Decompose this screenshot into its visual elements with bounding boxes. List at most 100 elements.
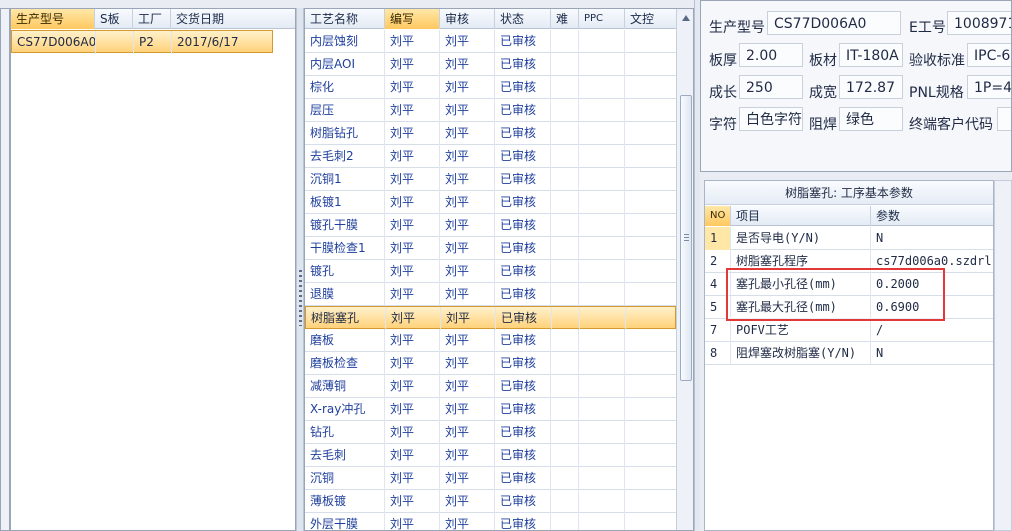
table-row[interactable]: 沉铜 刘平 刘平 已审核: [305, 467, 676, 490]
document-control-cell: [625, 283, 676, 306]
header-process-name[interactable]: 工艺名称: [305, 9, 385, 29]
writer-cell: 刘平: [385, 283, 440, 306]
table-row[interactable]: 磨板检查 刘平 刘平 已审核: [305, 352, 676, 375]
header-s-board[interactable]: S板: [95, 9, 133, 29]
header-status[interactable]: 状态: [495, 9, 551, 29]
document-control-cell: [625, 513, 676, 530]
table-row[interactable]: 内层蚀刻 刘平 刘平 已审核: [305, 30, 676, 53]
process-name-cell: 去毛刺2: [305, 145, 385, 168]
table-row[interactable]: 1 是否导电(Y/N) N: [705, 227, 993, 250]
table-row[interactable]: 去毛刺 刘平 刘平 已审核: [305, 444, 676, 467]
width-value[interactable]: 172.87: [839, 75, 903, 99]
document-control-cell: [625, 53, 676, 76]
table-row[interactable]: 干膜检查1 刘平 刘平 已审核: [305, 237, 676, 260]
acceptance-standard-value[interactable]: IPC-60: [967, 43, 1011, 67]
header-reviewer[interactable]: 审核: [440, 9, 495, 29]
header-production-model[interactable]: 生产型号: [11, 9, 95, 29]
table-row[interactable]: 退膜 刘平 刘平 已审核: [305, 283, 676, 306]
table-row[interactable]: 去毛刺2 刘平 刘平 已审核: [305, 145, 676, 168]
material-value[interactable]: IT-180A: [839, 43, 903, 67]
table-row[interactable]: 层压 刘平 刘平 已审核: [305, 99, 676, 122]
marking-label: 字符: [709, 117, 737, 133]
length-value[interactable]: 250: [739, 75, 803, 99]
length-label: 成长: [709, 85, 737, 101]
model-cell: CS77D006A0: [12, 31, 96, 54]
writer-cell: 刘平: [385, 145, 440, 168]
writer-cell: 刘平: [385, 260, 440, 283]
status-cell: 已审核: [495, 375, 551, 398]
process-scroll-thumb[interactable]: [680, 95, 692, 381]
process-name-cell: 层压: [305, 99, 385, 122]
table-row[interactable]: 板镀1 刘平 刘平 已审核: [305, 191, 676, 214]
production-model-value[interactable]: CS77D006A0: [767, 11, 901, 35]
document-control-cell: [625, 421, 676, 444]
table-row[interactable]: 树脂塞孔 刘平 刘平 已审核: [305, 306, 676, 330]
table-row[interactable]: X-ray冲孔 刘平 刘平 已审核: [305, 398, 676, 421]
difficulty-cell: [551, 444, 579, 467]
pnl-spec-value[interactable]: 1P=4U: [967, 75, 1011, 99]
marking-value[interactable]: 白色字符: [739, 107, 803, 131]
board-thickness-value[interactable]: 2.00: [739, 43, 803, 67]
customer-code-value[interactable]: [997, 107, 1011, 131]
table-row[interactable]: 薄板镀 刘平 刘平 已审核: [305, 490, 676, 513]
difficulty-cell: [552, 307, 580, 330]
writer-cell: 刘平: [385, 444, 440, 467]
scroll-up-icon[interactable]: [682, 15, 690, 21]
difficulty-cell: [551, 191, 579, 214]
ppc-cell: [579, 260, 625, 283]
table-row[interactable]: 减薄铜 刘平 刘平 已审核: [305, 375, 676, 398]
header-difficulty[interactable]: 难: [551, 9, 579, 29]
parameter-panel: 树脂塞孔: 工序基本参数 NO 项目 参数 1 是否导电(Y/N) N 2 树脂塞孔程序…: [704, 180, 994, 531]
process-table-panel: 工艺名称 编写 审核 状态 难 PPC 文控 内层蚀刻 刘平 刘平 已审核 内层AOI 刘…: [304, 8, 694, 531]
document-control-cell: [625, 30, 676, 53]
process-vertical-scrollbar[interactable]: [676, 9, 693, 530]
table-row[interactable]: 棕化 刘平 刘平 已审核: [305, 76, 676, 99]
writer-cell: 刘平: [385, 421, 440, 444]
reviewer-cell: 刘平: [440, 329, 495, 352]
table-row[interactable]: 7 POFV工艺 /: [705, 319, 993, 342]
table-row[interactable]: 磨板 刘平 刘平 已审核: [305, 329, 676, 352]
process-name-cell: 树脂钻孔: [305, 122, 385, 145]
header-delivery-date[interactable]: 交货日期: [171, 9, 295, 29]
splitter-grip-icon: [299, 270, 302, 326]
header-item: 项目: [731, 206, 871, 226]
process-name-cell: 内层AOI: [305, 53, 385, 76]
width-label: 成宽: [809, 85, 837, 101]
reviewer-cell: 刘平: [440, 53, 495, 76]
table-row[interactable]: CS77D006A0 P2 2017/6/17: [11, 30, 273, 54]
header-no: NO: [705, 206, 731, 226]
status-cell: 已审核: [495, 76, 551, 99]
e-number-label: E工号: [909, 20, 946, 36]
table-row[interactable]: 镀孔 刘平 刘平 已审核: [305, 260, 676, 283]
e-number-value[interactable]: 1008971: [947, 11, 1011, 35]
table-row[interactable]: 树脂钻孔 刘平 刘平 已审核: [305, 122, 676, 145]
solder-mask-value[interactable]: 绿色: [839, 107, 903, 131]
ppc-cell: [579, 99, 625, 122]
vertical-splitter[interactable]: [296, 8, 304, 531]
table-row[interactable]: 外层干膜 刘平 刘平 已审核: [305, 513, 676, 530]
reviewer-cell: 刘平: [440, 467, 495, 490]
header-document-control[interactable]: 文控: [625, 9, 676, 29]
writer-cell: 刘平: [386, 307, 441, 330]
table-row[interactable]: 沉铜1 刘平 刘平 已审核: [305, 168, 676, 191]
table-row[interactable]: 镀孔干膜 刘平 刘平 已审核: [305, 214, 676, 237]
status-cell: 已审核: [495, 260, 551, 283]
table-row[interactable]: 钻孔 刘平 刘平 已审核: [305, 421, 676, 444]
table-row[interactable]: 8 阻焊塞改树脂塞(Y/N) N: [705, 342, 993, 365]
ppc-cell: [579, 398, 625, 421]
header-writer[interactable]: 编写: [385, 9, 440, 29]
process-name-cell: 减薄铜: [305, 375, 385, 398]
header-factory[interactable]: 工厂: [133, 9, 171, 29]
document-control-cell: [625, 99, 676, 122]
header-ppc[interactable]: PPC: [579, 9, 625, 29]
parameter-no-cell: 8: [705, 342, 731, 365]
reviewer-cell: 刘平: [440, 191, 495, 214]
process-name-cell: 树脂塞孔: [306, 307, 386, 330]
pnl-spec-label: PNL规格: [909, 85, 964, 101]
difficulty-cell: [551, 30, 579, 53]
reviewer-cell: 刘平: [440, 168, 495, 191]
reviewer-cell: 刘平: [440, 398, 495, 421]
customer-code-label: 终端客户代码: [909, 117, 993, 133]
ppc-cell: [579, 467, 625, 490]
table-row[interactable]: 内层AOI 刘平 刘平 已审核: [305, 53, 676, 76]
